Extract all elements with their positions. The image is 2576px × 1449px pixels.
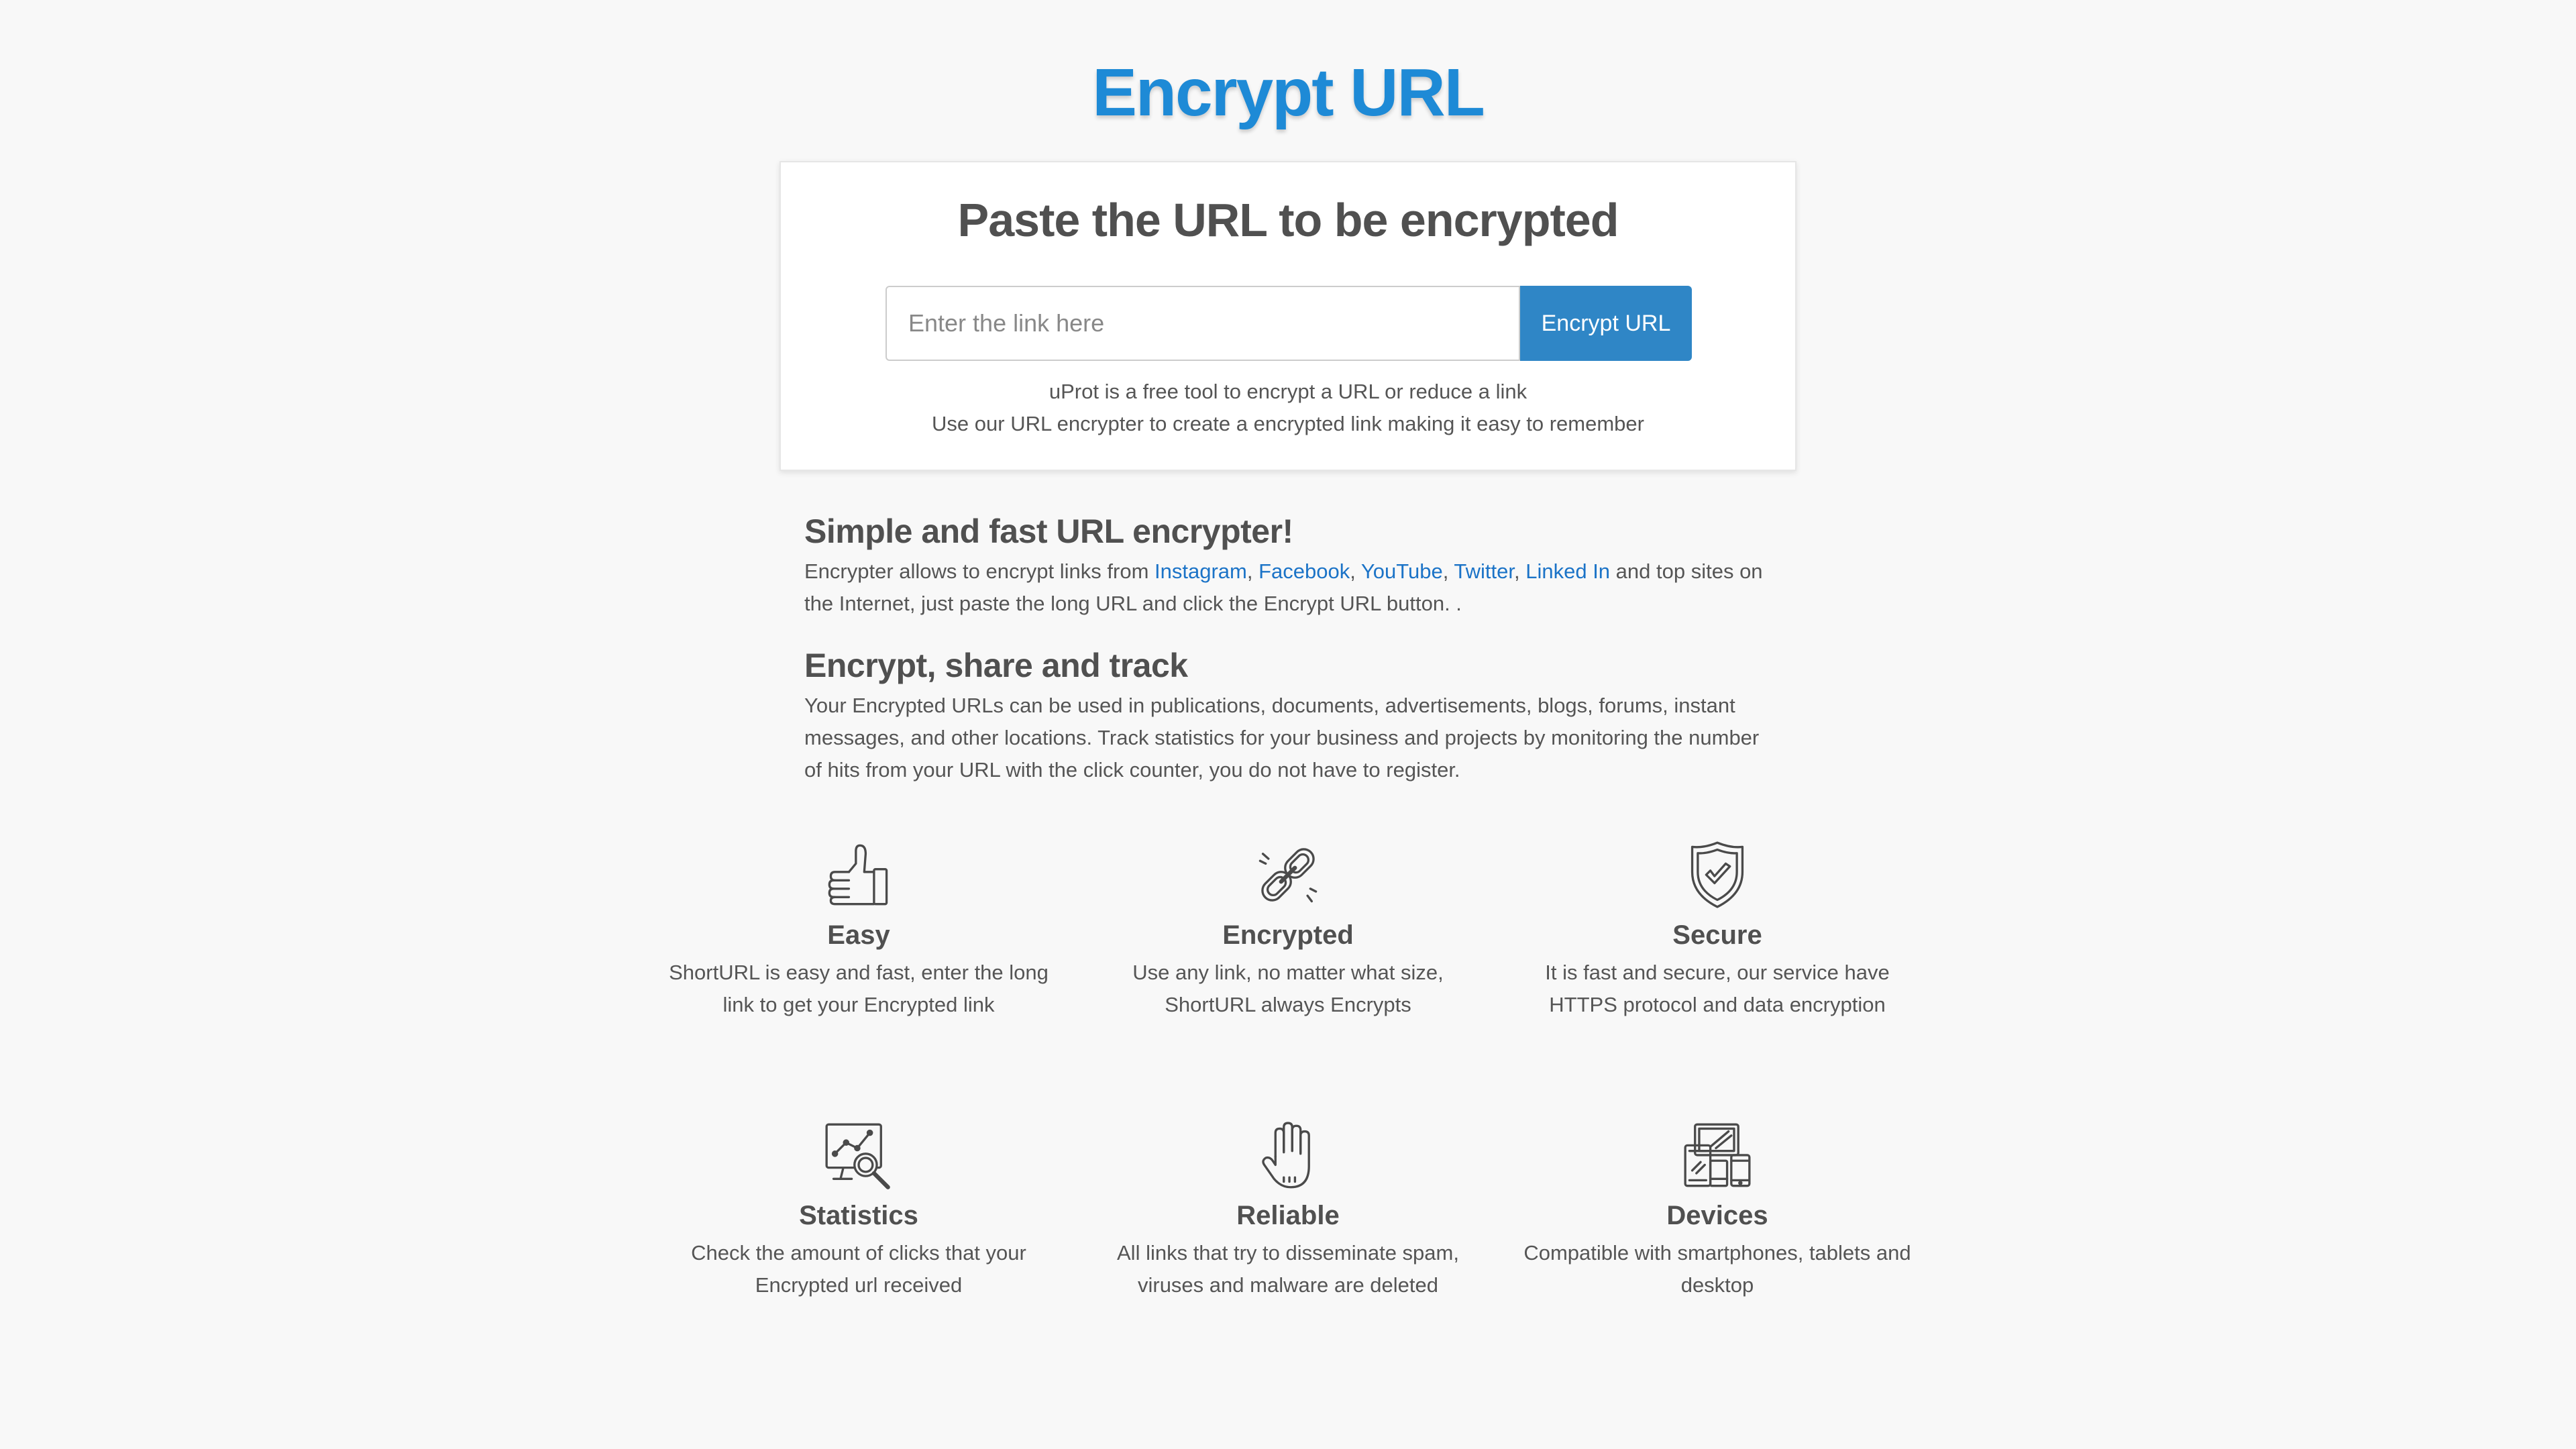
feature-statistics: Statistics Check the amount of clicks th…: [657, 1122, 1060, 1301]
card-description-line-1: uProt is a free tool to encrypt a URL or…: [1049, 380, 1527, 403]
separator: ,: [1350, 559, 1361, 583]
link-instagram[interactable]: Instagram: [1155, 559, 1247, 583]
feature-encrypted: Encrypted Use any link, no matter what s…: [1087, 840, 1489, 1021]
link-linkedin[interactable]: Linked In: [1525, 559, 1610, 583]
site-logo[interactable]: Encrypt URL: [0, 52, 2576, 133]
encrypt-card: Paste the URL to be encrypted Encrypt UR…: [780, 161, 1796, 471]
section-simple-text-before: Encrypter allows to encrypt links from: [804, 559, 1155, 583]
section-simple-text: Encrypter allows to encrypt links from I…: [804, 555, 1777, 620]
section-simple: Simple and fast URL encrypter! Encrypter…: [804, 507, 1777, 620]
shield-check-icon: [1690, 841, 1744, 908]
url-input[interactable]: [885, 286, 1520, 361]
feature-secure: Secure It is fast and secure, our servic…: [1516, 840, 1919, 1021]
section-track-heading: Encrypt, share and track: [804, 647, 1188, 684]
devices-icon: [1684, 1123, 1751, 1187]
feature-description: Use any link, no matter what size, Short…: [1132, 961, 1444, 1016]
feature-easy: Easy ShortURL is easy and fast, enter th…: [657, 840, 1060, 1021]
feature-title: Devices: [1666, 1201, 1768, 1230]
card-title: Paste the URL to be encrypted: [957, 194, 1619, 246]
encrypt-url-button[interactable]: Encrypt URL: [1520, 286, 1692, 361]
feature-description: It is fast and secure, our service have …: [1545, 961, 1890, 1016]
card-description-line-2: Use our URL encrypter to create a encryp…: [932, 412, 1644, 435]
feature-reliable: Reliable All links that try to dissemina…: [1087, 1122, 1489, 1301]
feature-title: Encrypted: [1222, 920, 1354, 950]
feature-devices: Devices Compatible with smartphones, tab…: [1516, 1122, 1919, 1301]
hand-stop-icon: [1262, 1122, 1310, 1189]
feature-title: Secure: [1672, 920, 1762, 950]
feature-title: Statistics: [799, 1201, 918, 1230]
separator: ,: [1442, 559, 1454, 583]
feature-description: ShortURL is easy and fast, enter the lon…: [669, 961, 1049, 1016]
feature-title: Reliable: [1236, 1201, 1340, 1230]
feature-description: Check the amount of clicks that your Enc…: [691, 1241, 1026, 1297]
chain-link-icon: [1258, 848, 1318, 903]
section-track-text: Your Encrypted URLs can be used in publi…: [804, 694, 1760, 782]
separator: ,: [1514, 559, 1526, 583]
feature-title: Easy: [827, 920, 890, 950]
chart-magnifier-icon: [825, 1123, 890, 1189]
section-simple-heading: Simple and fast URL encrypter!: [804, 513, 1293, 550]
feature-description: Compatible with smartphones, tablets and…: [1523, 1241, 1911, 1297]
link-facebook[interactable]: Facebook: [1258, 559, 1350, 583]
link-twitter[interactable]: Twitter: [1454, 559, 1514, 583]
separator: ,: [1246, 559, 1259, 583]
section-track: Encrypt, share and track Your Encrypted …: [804, 641, 1777, 786]
link-youtube[interactable]: YouTube: [1361, 559, 1443, 583]
thumbs-up-icon: [828, 844, 888, 906]
feature-description: All links that try to disseminate spam, …: [1117, 1241, 1459, 1297]
